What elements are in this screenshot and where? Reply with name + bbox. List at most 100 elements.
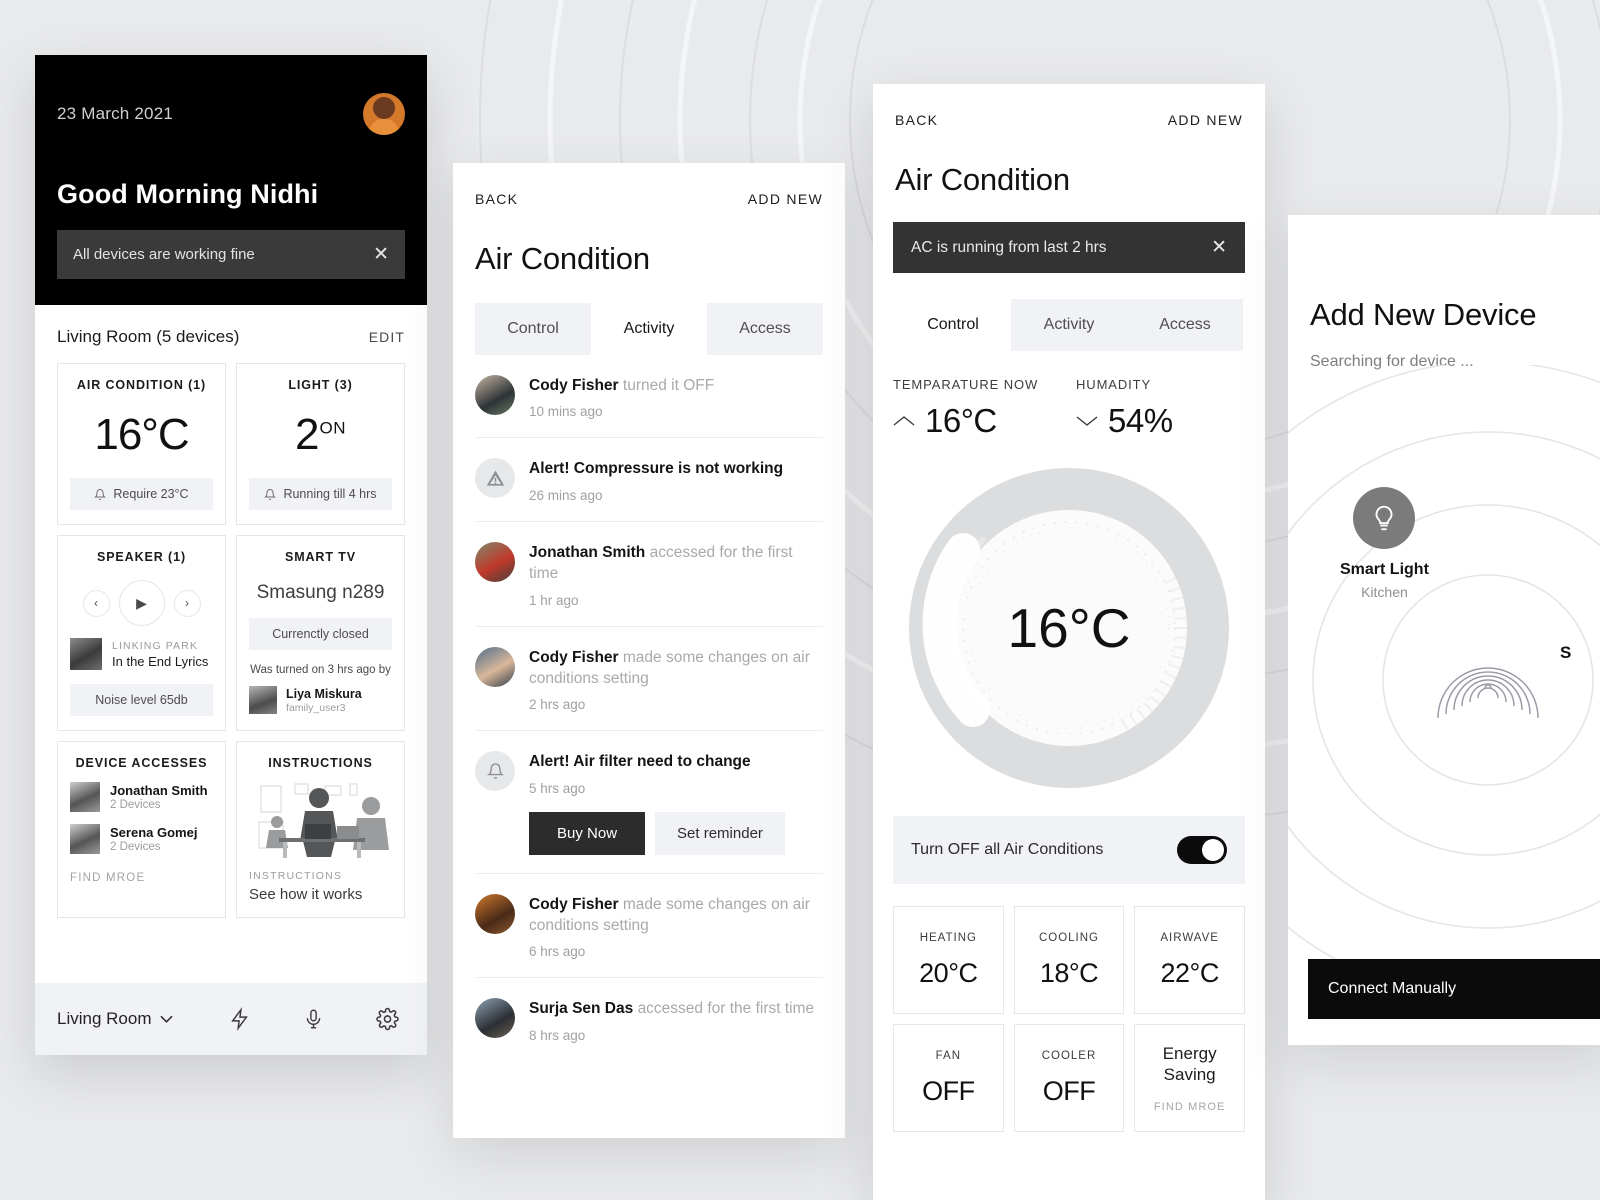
mode-card-airwave[interactable]: AIRWAVE 22°C <box>1134 906 1245 1014</box>
mode-value: OFF <box>922 1075 975 1106</box>
play-icon[interactable]: ▶ <box>118 580 165 626</box>
close-icon[interactable]: ✕ <box>373 245 389 264</box>
current-date: 23 March 2021 <box>57 104 174 123</box>
activity-time: 26 mins ago <box>529 487 603 503</box>
list-item[interactable]: Cody Fisher made some changes on air con… <box>475 874 823 979</box>
device-card-light[interactable]: LIGHT (3) 2ON Running till 4 hrs <box>236 363 405 525</box>
microphone-icon[interactable] <box>303 1006 324 1032</box>
tab-control[interactable]: Control <box>895 299 1011 351</box>
tab-activity[interactable]: Activity <box>1011 299 1127 351</box>
avatar <box>475 541 515 582</box>
chevron-down-icon <box>159 1015 173 1023</box>
mode-card-heating[interactable]: HEATING 20°C <box>893 906 1004 1014</box>
avatar <box>70 782 100 812</box>
tab-bar: Control Activity Access <box>895 299 1243 351</box>
activity-text: Cody Fisher turned it OFF <box>529 375 823 396</box>
temperature-dial-wrapper: 16°C <box>873 440 1265 808</box>
mode-value: 22°C <box>1160 957 1219 988</box>
activity-time: 6 hrs ago <box>529 944 586 960</box>
mode-card-fan[interactable]: FAN OFF <box>893 1024 1004 1132</box>
device-card-air-condition[interactable]: AIR CONDITION (1) 16°C Require 23°C <box>57 363 226 525</box>
people-at-desk-illustration <box>257 783 389 858</box>
tv-user-row: Liya Miskura family_user3 <box>249 686 392 714</box>
mode-card-energy-saving[interactable]: Energy Saving FIND MROE <box>1134 1024 1245 1132</box>
bolt-icon[interactable] <box>229 1006 251 1032</box>
avatar <box>249 686 277 714</box>
mode-value: 18°C <box>1039 957 1099 988</box>
tab-access[interactable]: Access <box>707 303 823 355</box>
activity-text: Surja Sen Das accessed for the first tim… <box>529 998 823 1019</box>
person-name: Jonathan Smith <box>110 783 208 798</box>
mode-card-cooling[interactable]: COOLING 18°C <box>1013 906 1125 1014</box>
activity-time: 8 hrs ago <box>529 1027 586 1043</box>
room-selector[interactable]: Living Room <box>57 1009 173 1029</box>
home-screen-panel: 23 March 2021 Good Morning Nidhi All dev… <box>35 55 427 1055</box>
previous-icon[interactable]: ‹ <box>82 589 110 617</box>
back-button[interactable]: BACK <box>475 191 518 207</box>
find-more-link[interactable]: FIND MROE <box>1154 1101 1226 1113</box>
turn-off-all-row: Turn OFF all Air Conditions <box>893 816 1245 884</box>
device-card-instructions[interactable]: INSTRUCTIONS INSTRUCTIONS See how it wor… <box>236 741 405 918</box>
connect-manually-button[interactable]: Connect Manually <box>1308 959 1600 1019</box>
device-card-speaker[interactable]: SPEAKER (1) ‹ ▶ › LINKING PARK In the En… <box>57 535 226 731</box>
close-icon[interactable]: ✕ <box>1211 238 1227 257</box>
bell-icon <box>94 488 107 500</box>
list-item[interactable]: Surja Sen Das accessed for the first tim… <box>475 978 823 1060</box>
tab-control[interactable]: Control <box>475 303 591 355</box>
list-item[interactable]: Jonathan Smith accessed for the first ti… <box>475 522 823 627</box>
activity-actor: Cody Fisher <box>529 377 619 394</box>
tab-activity[interactable]: Activity <box>591 303 707 355</box>
list-item[interactable]: Cody Fisher turned it OFF 10 mins ago <box>475 355 823 439</box>
add-new-button[interactable]: ADD NEW <box>748 191 823 207</box>
activity-time: 2 hrs ago <box>529 697 586 713</box>
next-icon[interactable]: › <box>173 589 201 617</box>
device-card-accesses[interactable]: DEVICE ACCESSES Jonathan Smith 2 Devices… <box>57 741 226 918</box>
tv-turned-on-by: Was turned on 3 hrs ago by <box>250 664 391 676</box>
mode-grid: HEATING 20°C COOLING 18°C AIRWAVE 22°C F… <box>873 884 1265 1132</box>
list-item[interactable]: Jonathan Smith 2 Devices <box>70 782 213 812</box>
mode-card-cooler[interactable]: COOLER OFF <box>1013 1024 1125 1132</box>
edit-button[interactable]: EDIT <box>369 329 405 345</box>
page-title: Add New Device <box>1310 297 1537 332</box>
mode-value: 20°C <box>919 957 978 988</box>
tab-access[interactable]: Access <box>1127 299 1243 351</box>
set-reminder-button[interactable]: Set reminder <box>655 811 785 855</box>
temperature-dial[interactable]: 16°C <box>899 458 1239 798</box>
activity-text: Cody Fisher made some changes on air con… <box>529 647 823 690</box>
page-title: Air Condition <box>895 162 1070 197</box>
humidity-caption: HUMADITY <box>1076 377 1152 392</box>
list-item[interactable]: Alert! Air filter need to change 5 hrs a… <box>475 731 823 874</box>
list-item[interactable]: Cody Fisher made some changes on air con… <box>475 627 823 732</box>
home-hero: 23 March 2021 Good Morning Nidhi All dev… <box>35 55 427 305</box>
bell-icon <box>486 763 504 779</box>
avatar[interactable] <box>363 93 405 135</box>
device-card-smart-tv[interactable]: SMART TV Smasung n289 Currenctly closed … <box>236 535 405 731</box>
mode-caption: COOLER <box>1041 1050 1097 1063</box>
card-pill-text: Noise level 65db <box>95 693 188 707</box>
found-device-name: Smart Light <box>1340 561 1429 578</box>
activity-text: Cody Fisher made some changes on air con… <box>529 894 823 937</box>
card-pill: Require 23°C <box>70 478 213 510</box>
card-title: AIR CONDITION (1) <box>76 378 207 392</box>
find-more-link[interactable]: FIND MROE <box>70 872 145 884</box>
mode-caption: Energy Saving <box>1162 1043 1217 1084</box>
card-value: 16°C <box>94 410 189 459</box>
add-new-button[interactable]: ADD NEW <box>1168 112 1243 128</box>
device-card-grid: AIR CONDITION (1) 16°C Require 23°C LIGH… <box>35 363 427 918</box>
temperature-caption: TEMPARATURE NOW <box>893 377 1039 392</box>
back-button[interactable]: BACK <box>895 112 938 128</box>
found-device-smart-light[interactable]: Smart Light Kitchen <box>1340 487 1429 600</box>
gear-icon[interactable] <box>376 1006 399 1032</box>
activity-action: accessed for the first time <box>637 1000 815 1018</box>
room-selector-label: Living Room <box>57 1009 152 1028</box>
buy-now-button[interactable]: Buy Now <box>529 811 646 855</box>
room-header-row: Living Room (5 devices) EDIT <box>35 305 427 363</box>
turn-off-all-toggle[interactable] <box>1177 836 1227 864</box>
list-item[interactable]: Serena Gomej 2 Devices <box>70 824 213 854</box>
mode-caption: HEATING <box>919 932 977 945</box>
activity-actions: Buy Now Set reminder <box>529 811 823 855</box>
instructions-link[interactable]: See how it works <box>249 886 362 903</box>
bottom-navigation: Living Room <box>35 983 427 1055</box>
activity-text: Jonathan Smith accessed for the first ti… <box>529 542 823 585</box>
list-item[interactable]: Alert! Compressure is not working 26 min… <box>475 438 823 522</box>
